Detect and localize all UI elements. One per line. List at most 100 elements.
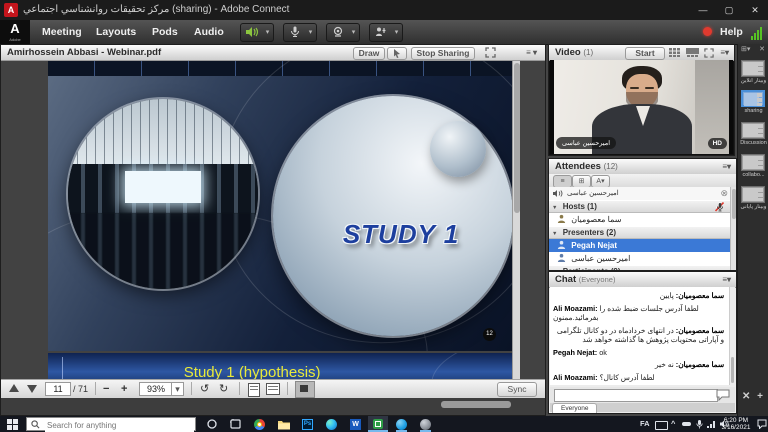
raise-hand-icon bbox=[375, 26, 387, 38]
share-vertical-scrollbar[interactable] bbox=[512, 61, 520, 392]
zoom-level-select[interactable]: 93% bbox=[139, 382, 173, 396]
cortana-button[interactable] bbox=[204, 417, 219, 431]
connection-signal-icon[interactable] bbox=[751, 24, 765, 40]
section-hosts[interactable]: ▼ Hosts (1) bbox=[549, 200, 730, 213]
help-menu[interactable]: Help bbox=[720, 20, 743, 44]
webcam-feed: امیرحسین عباسی HD bbox=[550, 60, 733, 154]
raise-hand-button[interactable] bbox=[369, 23, 393, 42]
grid-view-button[interactable] bbox=[669, 48, 682, 58]
layout-thumb-5[interactable] bbox=[741, 186, 765, 203]
attendee-row-host[interactable]: سما معصومیان bbox=[549, 213, 730, 226]
collapse-arrow-icon: ▼ bbox=[549, 231, 560, 237]
adobe-logo[interactable]: A Adobe bbox=[0, 20, 30, 44]
photoshop-button[interactable]: Ps bbox=[300, 417, 315, 431]
start-webcam-button[interactable]: Start bbox=[625, 47, 665, 60]
thumbnail-view-toggle[interactable] bbox=[295, 381, 315, 398]
video-fullscreen-button[interactable] bbox=[704, 48, 715, 59]
rotate-left-button[interactable]: ↺ bbox=[200, 380, 209, 398]
skype-button[interactable] bbox=[394, 417, 409, 431]
pointer-button[interactable] bbox=[387, 47, 407, 60]
fit-width-button[interactable] bbox=[266, 383, 280, 395]
share-horizontal-scrollbar[interactable] bbox=[441, 401, 511, 408]
page-up-button[interactable] bbox=[9, 384, 19, 392]
webcam-caret[interactable]: ▾ bbox=[348, 23, 360, 42]
tray-mic-icon[interactable] bbox=[696, 420, 703, 429]
task-view-button[interactable] bbox=[228, 417, 243, 431]
speaker-button[interactable] bbox=[240, 23, 264, 42]
search-input[interactable] bbox=[45, 418, 194, 432]
fullscreen-button[interactable] bbox=[485, 47, 499, 58]
page-number-input[interactable]: 11 bbox=[45, 382, 71, 396]
filmstrip-view-icon bbox=[686, 48, 699, 57]
microphone-button[interactable] bbox=[283, 23, 307, 42]
webcam-button[interactable] bbox=[326, 23, 350, 42]
layout-label-collaboration: collabo... bbox=[738, 172, 768, 178]
section-presenters[interactable]: ▼ Presenters (2) bbox=[549, 226, 730, 239]
layouts-close-button[interactable]: ✕ bbox=[759, 44, 765, 56]
video-pod-menu-button[interactable]: ≡▾ bbox=[720, 45, 729, 60]
zoom-level-caret[interactable]: ▾ bbox=[171, 382, 184, 396]
layout-thumb-collaboration[interactable] bbox=[741, 154, 765, 171]
layout-thumb-sharing[interactable] bbox=[741, 90, 765, 107]
share-horizontal-scroll-area[interactable] bbox=[1, 398, 545, 415]
adobe-logo-sub: Adobe bbox=[0, 38, 30, 41]
send-message-button[interactable] bbox=[716, 389, 732, 401]
start-button[interactable] bbox=[5, 417, 20, 431]
edge-button[interactable] bbox=[324, 417, 339, 431]
add-layout-button[interactable]: + bbox=[757, 391, 763, 402]
notification-center-icon[interactable] bbox=[757, 419, 767, 429]
hidden-icons-chevron[interactable]: ^ bbox=[671, 416, 675, 432]
attendees-scrollbar[interactable] bbox=[730, 187, 736, 270]
zoom-in-button[interactable]: + bbox=[121, 380, 127, 398]
chat-tab-everyone[interactable]: Everyone bbox=[552, 403, 597, 413]
file-explorer-button[interactable] bbox=[276, 417, 291, 431]
chat-input[interactable] bbox=[554, 389, 718, 402]
layouts-menu-button[interactable]: ⊞▾ bbox=[741, 44, 750, 56]
microphone-caret[interactable]: ▾ bbox=[305, 23, 317, 42]
dismiss-speaker-button[interactable]: ⊗ bbox=[720, 187, 728, 200]
attendees-pod: Attendees (12) ≡▾ ≡ ⊞ A▾ امیرحسین عباسی … bbox=[548, 158, 737, 271]
menu-layouts[interactable]: Layouts bbox=[88, 20, 144, 44]
raise-hand-caret[interactable]: ▾ bbox=[391, 23, 403, 42]
menu-pods[interactable]: Pods bbox=[144, 20, 186, 44]
taskbar-clock[interactable]: 6:20 PM 3/16/2021 bbox=[714, 417, 758, 431]
chat-scrollbar[interactable] bbox=[729, 287, 735, 385]
attendee-row-presenter-selected[interactable]: Pegah Nejat bbox=[549, 239, 730, 252]
app-circle-button[interactable] bbox=[418, 417, 433, 431]
close-button[interactable]: ✕ bbox=[742, 0, 768, 20]
chat-pod-menu-button[interactable]: ≡▾ bbox=[722, 272, 731, 287]
sync-button[interactable]: Sync bbox=[497, 382, 537, 397]
language-indicator[interactable]: FA bbox=[640, 416, 650, 432]
chrome-button[interactable] bbox=[252, 417, 267, 431]
attendee-row-presenter[interactable]: امیرحسین عباسی bbox=[549, 252, 730, 265]
manage-layouts-button[interactable]: ✕ bbox=[742, 391, 750, 402]
layout-thumb-1[interactable] bbox=[741, 60, 765, 77]
draw-button[interactable]: Draw bbox=[353, 47, 385, 60]
host-icon bbox=[557, 214, 566, 223]
menu-audio[interactable]: Audio bbox=[186, 20, 232, 44]
share-pod-menu-button[interactable]: ≡ ▾ bbox=[526, 45, 537, 60]
page-down-button[interactable] bbox=[27, 385, 37, 393]
minimize-button[interactable]: — bbox=[690, 0, 716, 20]
attendees-pod-menu-button[interactable]: ≡▾ bbox=[722, 159, 731, 174]
taskbar-search[interactable] bbox=[26, 417, 196, 431]
keyboard-icon[interactable] bbox=[655, 421, 668, 430]
webcam-icon bbox=[332, 26, 344, 38]
fit-page-button[interactable] bbox=[248, 383, 260, 397]
active-app-button[interactable] bbox=[368, 416, 388, 432]
layout-label-discussion: Discussion bbox=[738, 140, 768, 146]
menu-meeting[interactable]: Meeting bbox=[34, 20, 90, 44]
attendees-toolbar: ≡ ⊞ A▾ bbox=[549, 174, 736, 188]
layout-thumb-discussion[interactable] bbox=[741, 122, 765, 139]
rotate-right-button[interactable]: ↻ bbox=[219, 380, 228, 398]
filmstrip-view-button[interactable] bbox=[686, 48, 700, 58]
zoom-out-button[interactable]: − bbox=[103, 380, 109, 398]
share-pod-title: Amirhossein Abbasi - Webinar.pdf bbox=[7, 45, 161, 60]
stop-sharing-button[interactable]: Stop Sharing bbox=[411, 47, 475, 60]
word-button[interactable]: W bbox=[348, 417, 363, 431]
maximize-button[interactable]: ▢ bbox=[716, 0, 742, 20]
speaker-caret[interactable]: ▾ bbox=[262, 23, 274, 42]
attendees-pod-header: Attendees (12) ≡▾ bbox=[549, 159, 736, 175]
onedrive-icon[interactable] bbox=[682, 422, 691, 426]
pod-menu-caret-icon: ▾ bbox=[725, 48, 729, 57]
